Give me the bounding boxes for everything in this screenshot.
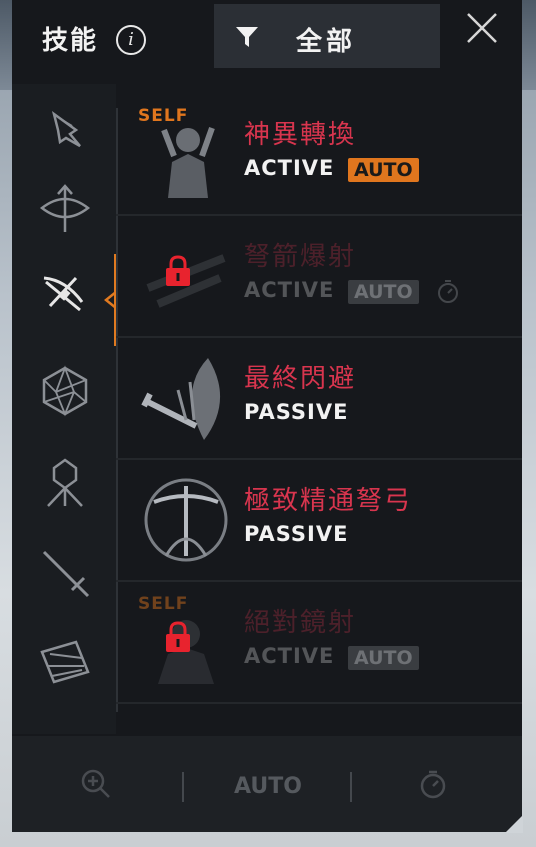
lock-icon <box>166 621 190 652</box>
close-x-icon[interactable] <box>464 10 500 46</box>
footer-separator <box>182 772 184 802</box>
skill-row-final-evade[interactable]: 最終閃避 PASSIVE <box>116 338 522 460</box>
lock-icon <box>166 255 190 286</box>
hooded-figure-icon[interactable] <box>36 454 94 512</box>
skill-name: 弩箭爆射 <box>244 242 357 272</box>
auto-button[interactable]: AUTO <box>234 774 302 799</box>
skill-list: SELF 神異轉換 ACTIVE AUTO 弩箭爆射 ACTIVE AUTO 最… <box>116 94 522 734</box>
skill-row-divine-shift[interactable]: SELF 神異轉換 ACTIVE AUTO <box>116 94 522 216</box>
auto-badge: AUTO <box>348 646 419 670</box>
polyhedron-icon[interactable] <box>36 362 94 420</box>
skill-name: 絕對鏡射 <box>244 608 357 638</box>
skill-name: 神異轉換 <box>244 120 357 150</box>
zoom-in-icon[interactable] <box>80 768 112 800</box>
sword-icon[interactable] <box>36 544 94 602</box>
category-sidebar <box>12 84 116 734</box>
filter-funnel-icon <box>236 27 258 47</box>
stopwatch-icon <box>438 280 458 303</box>
skill-type: ACTIVE <box>244 644 335 668</box>
filter-label: 全部 <box>296 27 357 57</box>
panel-header: 技能 i 全部 <box>12 0 522 84</box>
info-icon[interactable]: i <box>116 25 146 55</box>
skill-type: PASSIVE <box>244 522 349 546</box>
skill-row-crossbow-mastery[interactable]: 極致精通弩弓 PASSIVE <box>116 460 522 582</box>
panel-footer: AUTO <box>12 736 522 832</box>
panel-title: 技能 <box>42 26 99 56</box>
self-tag: SELF <box>138 594 189 614</box>
skill-row-absolute-mirror[interactable]: SELF 絕對鏡射 ACTIVE AUTO <box>116 582 522 704</box>
self-tag: SELF <box>138 106 189 126</box>
skill-name: 最終閃避 <box>244 364 357 394</box>
skill-row-crossbow-burst[interactable]: 弩箭爆射 ACTIVE AUTO <box>116 216 522 338</box>
crossbow-icon[interactable] <box>36 266 94 324</box>
stopwatch-icon[interactable] <box>418 768 448 800</box>
skill-type: ACTIVE <box>244 156 335 180</box>
skill-name: 極致精通弩弓 <box>244 486 413 516</box>
filter-button[interactable]: 全部 <box>214 4 440 68</box>
arm-guard-icon[interactable] <box>36 632 94 690</box>
skill-type: ACTIVE <box>244 278 335 302</box>
crossed-bows-icon[interactable] <box>36 180 94 238</box>
skill-icon <box>141 358 221 440</box>
skill-type: PASSIVE <box>244 400 349 424</box>
skill-panel: 技能 i 全部 SELF 神異轉換 ACTIVE AUTO 弩箭爆射 ACTIV… <box>12 0 523 833</box>
auto-badge: AUTO <box>348 280 419 304</box>
auto-badge: AUTO <box>348 158 419 182</box>
skill-icon <box>144 478 228 562</box>
footer-separator <box>350 772 352 802</box>
bird-skill-icon[interactable] <box>36 100 94 158</box>
